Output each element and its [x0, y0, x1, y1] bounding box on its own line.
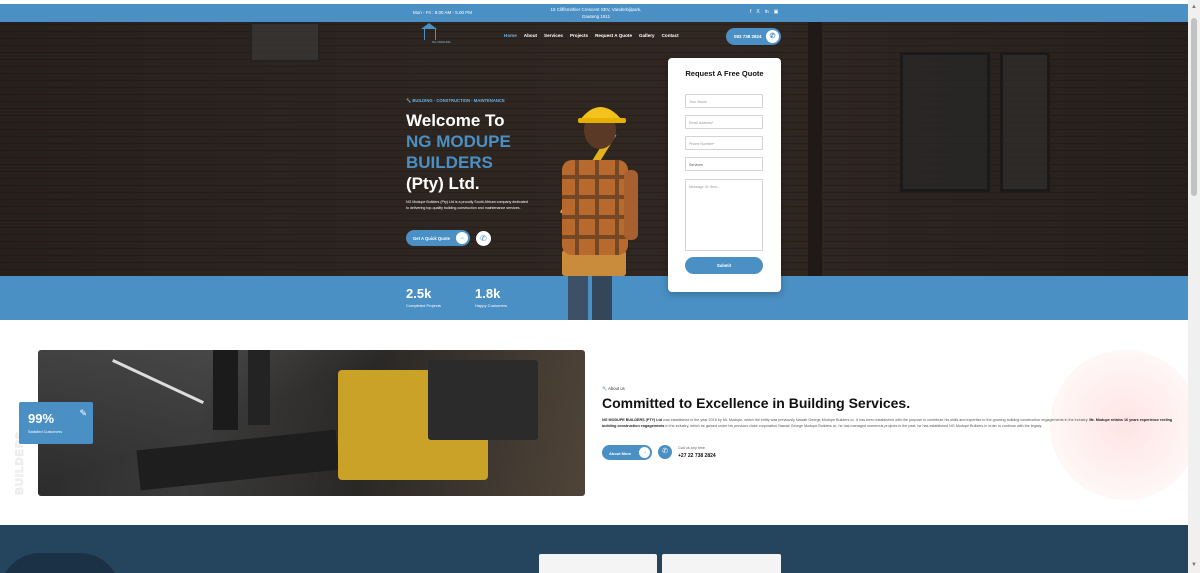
nav-item-services[interactable]: Services	[544, 33, 563, 38]
linkedin-icon[interactable]: in	[765, 9, 769, 15]
quick-quote-button[interactable]: Get A Quick Quote →	[406, 230, 470, 246]
arrow-right-icon: →	[456, 232, 468, 244]
about-image-worker-leg	[213, 350, 238, 430]
nav-menu: Home About Services Projects Request A Q…	[504, 33, 679, 38]
about-image-compactor-engine	[428, 360, 538, 440]
stat-happy-customers: 1.8k Happy Customers	[475, 286, 507, 308]
hero-title-line: (Pty) Ltd.	[406, 174, 480, 193]
logo-text: NG MODUPE	[432, 40, 451, 44]
main-nav: NG MODUPE Home About Services Projects R…	[0, 22, 1188, 50]
submit-button[interactable]: Submit	[685, 257, 763, 274]
quick-quote-label: Get A Quick Quote	[413, 236, 450, 241]
phone-button[interactable]: 083 738 2824 ✆	[726, 28, 781, 45]
address-line-2: Gauteng 1911	[581, 14, 611, 19]
page: Mon - Fri : 8.00 AM - 5.00 PM 15 Cliffsm…	[0, 0, 1200, 573]
facebook-icon[interactable]: f	[750, 9, 751, 15]
about-more-button[interactable]: About More →	[602, 445, 652, 460]
about-title: Committed to Excellence in Building Serv…	[602, 395, 911, 411]
about-body: NG MODUPE BUILDERS (PTY) Ltd was establi…	[602, 418, 1173, 428]
x-icon[interactable]: X	[756, 9, 759, 15]
quote-form: Request A Free Quote Your Name Email Add…	[668, 58, 781, 292]
phone-icon[interactable]: ✆	[658, 445, 672, 459]
hero-bg-window	[1000, 52, 1050, 192]
nav-item-about[interactable]: About	[524, 33, 537, 38]
phone-icon[interactable]: ✆	[476, 231, 491, 246]
about-image-worker-leg	[248, 350, 270, 425]
stat-completed-projects: 2.5k Completed Projects	[406, 286, 441, 308]
stat-label: Happy Customers	[475, 303, 508, 308]
services-select[interactable]: Services	[685, 157, 763, 171]
social-links: f X in ▣	[750, 9, 778, 15]
stat-value: 2.5k	[406, 286, 432, 301]
call-number[interactable]: +27 22 738 2824	[678, 453, 716, 459]
satisfaction-badge: 99% Satisfied Customers ✎	[19, 402, 93, 444]
hero-title: Welcome To NG MODUPE BUILDERS (Pty) Ltd.	[406, 110, 511, 194]
name-field[interactable]: Your Name	[685, 94, 763, 108]
about-image	[38, 350, 585, 496]
arrow-right-icon: →	[639, 447, 650, 458]
services-section	[0, 525, 1188, 573]
hero-bg-pole	[808, 22, 822, 276]
service-card[interactable]	[662, 554, 781, 573]
service-card[interactable]	[539, 554, 657, 573]
address-line-1: 15 Cliffsmithier Crescent SEV, Vanderbij…	[550, 7, 642, 12]
hero-bg-window	[900, 52, 990, 192]
scroll-down-icon[interactable]: ▼	[1191, 562, 1197, 568]
nav-item-gallery[interactable]: Gallery	[639, 33, 655, 38]
message-field[interactable]: Message Or Here...	[685, 179, 763, 251]
construction-worker-image	[560, 107, 638, 320]
scrollbar-thumb[interactable]	[1191, 18, 1197, 196]
logo[interactable]: NG MODUPE	[421, 23, 454, 46]
badge-label: Satisfied Customers	[28, 430, 62, 434]
call-label: Call us any time	[678, 446, 706, 450]
address: 15 Cliffsmithier Crescent SEV, Vanderbij…	[548, 6, 644, 20]
phone-icon: ✆	[766, 30, 779, 43]
stat-value: 1.8k	[475, 286, 501, 301]
hero-title-line: BUILDERS	[406, 153, 493, 172]
top-info-bar: Mon - Fri : 8.00 AM - 5.00 PM 15 Cliffsm…	[0, 4, 1188, 22]
scroll-up-icon[interactable]: ▲	[1191, 4, 1197, 10]
hero-title-line: Welcome To	[406, 111, 505, 130]
page-scrollbar[interactable]: ▲ ▼	[1188, 0, 1200, 573]
house-icon	[421, 23, 437, 40]
nav-item-projects[interactable]: Projects	[570, 33, 588, 38]
nav-item-home[interactable]: Home	[504, 33, 517, 38]
nav-item-request-quote[interactable]: Request A Quote	[595, 33, 632, 38]
about-tag: 🔧 About us	[602, 386, 625, 391]
email-field[interactable]: Email Address*	[685, 115, 763, 129]
phone-number: 083 738 2824	[734, 34, 762, 39]
decorative-arc	[0, 553, 120, 573]
about-more-label: About More	[609, 450, 632, 456]
business-hours: Mon - Fri : 8.00 AM - 5.00 PM	[413, 10, 473, 15]
handshake-icon: ✎	[79, 408, 87, 418]
hero-title-line: NG MODUPE	[406, 132, 511, 151]
hero-description: NG Modupe Builders (Pty) Ltd is a proudl…	[406, 200, 528, 210]
instagram-icon[interactable]: ▣	[774, 9, 779, 15]
quote-form-title: Request A Free Quote	[685, 69, 764, 78]
stat-label: Completed Projects	[406, 303, 441, 308]
hero-tagline: 🔧 BUILDING - CONSTRUCTION - MAINTENANCE	[406, 98, 505, 103]
badge-value: 99%	[28, 411, 55, 426]
phone-field[interactable]: Phone Number*	[685, 136, 763, 150]
nav-item-contact[interactable]: Contact	[662, 33, 679, 38]
